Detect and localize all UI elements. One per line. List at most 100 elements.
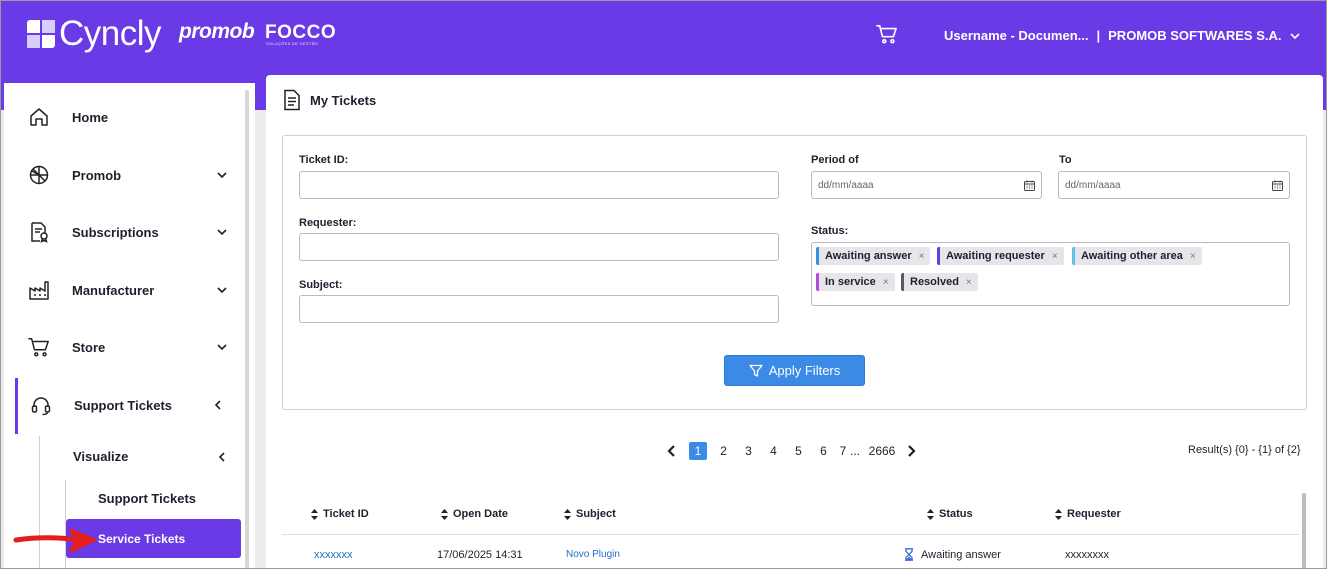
requester-input[interactable] bbox=[299, 233, 779, 261]
pagination-ellipsis: ... bbox=[850, 444, 861, 458]
promob-icon bbox=[29, 165, 49, 185]
sidebar-item-promob[interactable]: Promob bbox=[4, 155, 244, 195]
sidebar-item-subscriptions[interactable]: Subscriptions bbox=[4, 212, 244, 252]
table-header-divider bbox=[282, 534, 1299, 535]
column-label: Status bbox=[939, 508, 973, 520]
status-chip-awaiting-other-area[interactable]: Awaiting other area × bbox=[1072, 247, 1202, 265]
cyncly-logo[interactable]: Cyncly bbox=[27, 14, 162, 54]
page-last-button[interactable]: 2666 bbox=[864, 444, 900, 458]
sidebar-item-manufacturer[interactable]: Manufacturer bbox=[4, 270, 244, 310]
column-header-status[interactable]: Status bbox=[927, 508, 973, 520]
sidebar-item-home[interactable]: Home bbox=[4, 97, 244, 137]
sort-icon bbox=[441, 508, 448, 520]
sort-icon bbox=[927, 508, 934, 520]
company-name: PROMOB SOFTWARES S.A. bbox=[1108, 28, 1282, 43]
ticket-id-link[interactable]: xxxxxxx bbox=[314, 549, 353, 561]
ticket-id-label: Ticket ID: bbox=[299, 154, 349, 166]
column-label: Open Date bbox=[453, 508, 509, 520]
filter-panel: Ticket ID: Requester: Subject: Period of… bbox=[282, 135, 1307, 410]
cart-icon[interactable] bbox=[876, 24, 898, 44]
page-6-button[interactable]: 6 bbox=[811, 444, 836, 458]
sidebar-scrollbar[interactable] bbox=[245, 90, 249, 569]
document-icon bbox=[284, 89, 300, 111]
close-icon[interactable]: × bbox=[1190, 251, 1196, 262]
chip-label: In service bbox=[825, 276, 876, 288]
main-panel: My Tickets Ticket ID: Requester: Subject… bbox=[266, 75, 1323, 569]
page-2-button[interactable]: 2 bbox=[711, 444, 736, 458]
sidebar-item-label: Subscriptions bbox=[72, 224, 159, 240]
page-4-button[interactable]: 4 bbox=[761, 444, 786, 458]
status-multiselect[interactable]: Awaiting answer × Awaiting requester × A… bbox=[811, 242, 1290, 306]
page-5-button[interactable]: 5 bbox=[786, 444, 811, 458]
column-header-open-date[interactable]: Open Date bbox=[441, 508, 508, 520]
cart-icon bbox=[28, 338, 49, 357]
page-title: My Tickets bbox=[310, 92, 377, 108]
chevron-left-icon[interactable] bbox=[665, 444, 679, 458]
subject-input[interactable] bbox=[299, 295, 779, 323]
pagination: 1 2 3 4 5 6 7 ... 2666 bbox=[665, 442, 918, 460]
close-icon[interactable]: × bbox=[919, 251, 925, 262]
to-placeholder: dd/mm/aaaa bbox=[1065, 179, 1121, 191]
sidebar-item-label: Store bbox=[72, 339, 106, 355]
apply-filters-label: Apply Filters bbox=[768, 363, 841, 378]
column-label: Requester bbox=[1067, 508, 1121, 520]
chevron-down-icon bbox=[217, 229, 227, 236]
page-1-button[interactable]: 1 bbox=[689, 442, 707, 460]
red-arrow-annotation bbox=[13, 528, 97, 553]
column-header-ticket-id[interactable]: Ticket ID bbox=[311, 508, 369, 520]
status-label: Status: bbox=[811, 225, 849, 237]
period-date-input[interactable]: dd/mm/aaaa bbox=[811, 171, 1042, 199]
close-icon[interactable]: × bbox=[966, 277, 972, 288]
chip-label: Resolved bbox=[910, 276, 959, 288]
user-menu[interactable]: Username - Documen... | PROMOB SOFTWARES… bbox=[944, 28, 1301, 43]
to-label: To bbox=[1059, 154, 1072, 166]
sidebar-item-store[interactable]: Store bbox=[4, 327, 244, 367]
calendar-icon[interactable] bbox=[1024, 180, 1035, 191]
sort-icon bbox=[311, 508, 318, 520]
sidebar-item-support-tickets-sub[interactable]: Support Tickets bbox=[98, 491, 196, 506]
chevron-down-icon bbox=[217, 287, 227, 294]
to-date-input[interactable]: dd/mm/aaaa bbox=[1058, 171, 1290, 199]
focco-logo-subtitle: SOLUÇÕES DE GESTÃO bbox=[266, 41, 319, 46]
sidebar-item-support-tickets[interactable]: Support Tickets bbox=[6, 385, 246, 425]
calendar-icon[interactable] bbox=[1272, 180, 1283, 191]
status-chip-awaiting-requester[interactable]: Awaiting requester × bbox=[937, 247, 1064, 265]
column-header-subject[interactable]: Subject bbox=[564, 508, 616, 520]
ticket-id-input[interactable] bbox=[299, 171, 779, 199]
status-chip-awaiting-answer[interactable]: Awaiting answer × bbox=[816, 247, 931, 265]
close-icon[interactable]: × bbox=[1052, 251, 1058, 262]
home-icon bbox=[30, 108, 48, 126]
page-7-button[interactable]: 7 bbox=[836, 444, 850, 458]
sidebar-item-visualize[interactable]: Visualize bbox=[73, 449, 128, 464]
requester-label: Requester: bbox=[299, 217, 357, 229]
headset-icon bbox=[31, 397, 51, 416]
status-chip-resolved[interactable]: Resolved × bbox=[901, 273, 978, 291]
close-icon[interactable]: × bbox=[883, 277, 889, 288]
period-label: Period of bbox=[811, 154, 859, 166]
chip-label: Awaiting answer bbox=[825, 250, 912, 262]
chip-label: Awaiting requester bbox=[946, 250, 1045, 262]
username: Username - Documen... bbox=[944, 28, 1089, 43]
subject-label: Subject: bbox=[299, 279, 343, 291]
open-date-cell: 17/06/2025 14:31 bbox=[437, 549, 523, 561]
table-scrollbar[interactable] bbox=[1302, 493, 1306, 569]
results-count: Result(s) {0} - {1} of {2} bbox=[1188, 444, 1301, 456]
status-cell: Awaiting answer bbox=[921, 549, 1001, 561]
column-header-requester[interactable]: Requester bbox=[1055, 508, 1121, 520]
cyncly-logo-mark bbox=[27, 20, 55, 48]
apply-filters-button[interactable]: Apply Filters bbox=[724, 355, 865, 386]
chevron-down-icon bbox=[1290, 32, 1301, 39]
sort-icon bbox=[1055, 508, 1062, 520]
chevron-left-icon bbox=[214, 400, 221, 410]
column-label: Ticket ID bbox=[323, 508, 369, 520]
chevron-right-icon[interactable] bbox=[904, 444, 918, 458]
page-header: My Tickets bbox=[282, 89, 376, 111]
requester-cell: xxxxxxxx bbox=[1065, 549, 1109, 561]
sidebar-item-label: Home bbox=[72, 109, 109, 125]
factory-icon bbox=[29, 281, 49, 300]
status-chip-in-service[interactable]: In service × bbox=[816, 273, 895, 291]
page-3-button[interactable]: 3 bbox=[736, 444, 761, 458]
sidebar-item-label: Manufacturer bbox=[72, 282, 155, 298]
subject-link[interactable]: Novo Plugin bbox=[566, 549, 620, 560]
subscriptions-icon bbox=[31, 222, 48, 243]
